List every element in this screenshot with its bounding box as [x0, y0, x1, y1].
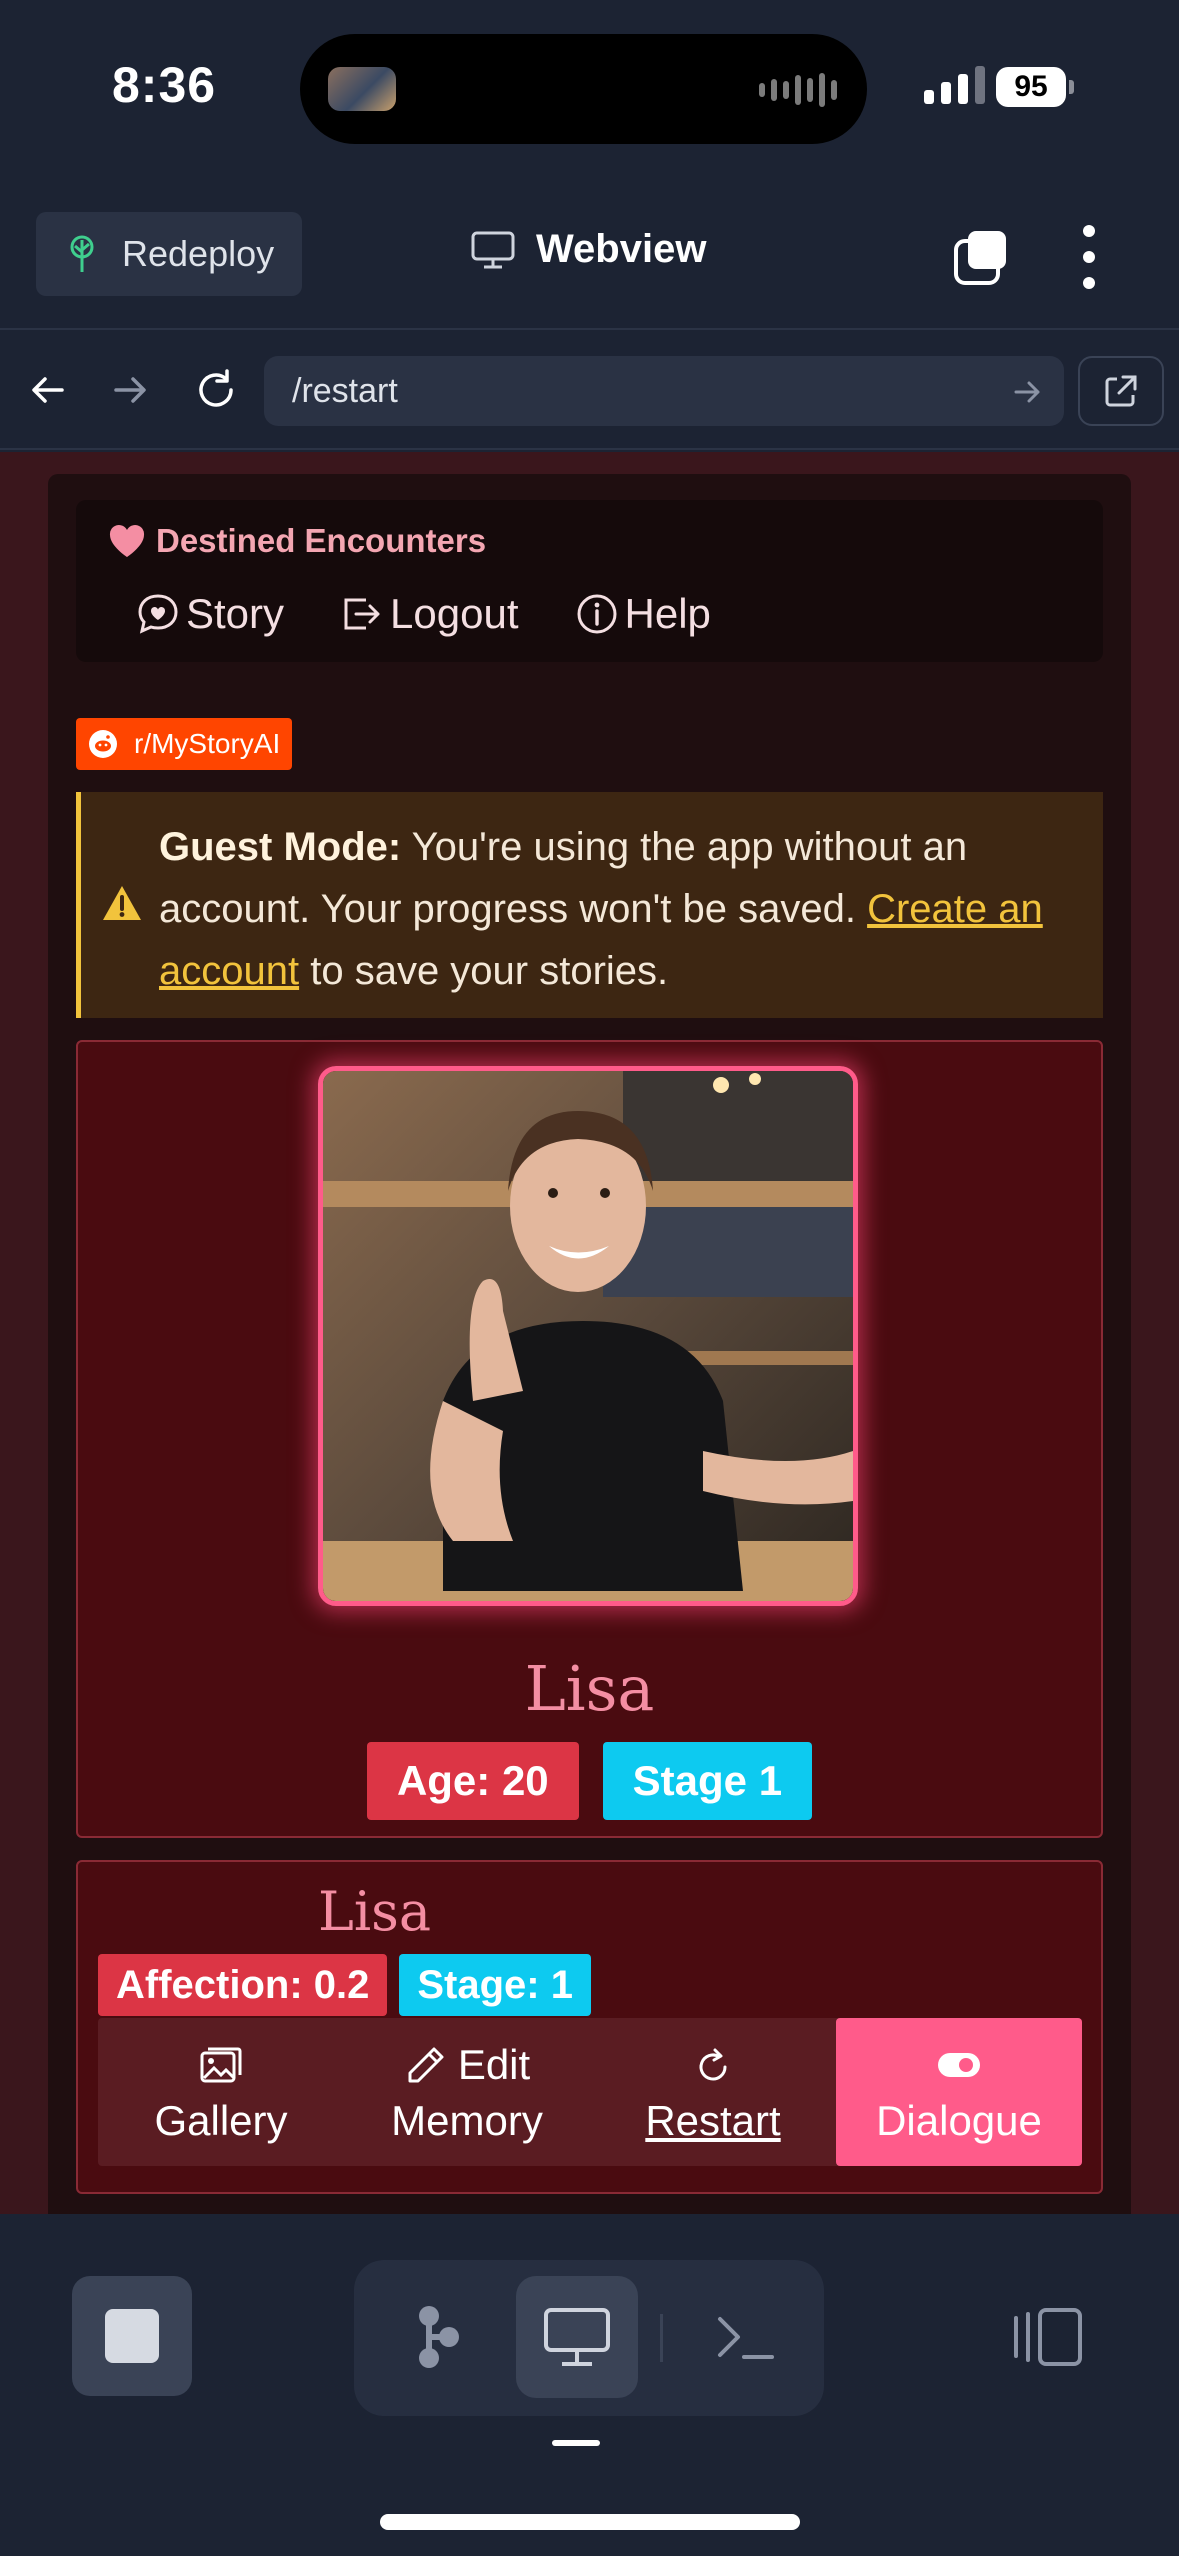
- site-navbar: Destined Encounters Story Logout Help: [76, 500, 1103, 662]
- edit-memory-button[interactable]: Edit Memory: [344, 2018, 590, 2166]
- info-icon: [577, 594, 616, 634]
- reddit-icon: [89, 730, 117, 758]
- reddit-label: r/MyStoryAI: [134, 728, 281, 759]
- nav-help[interactable]: Help: [575, 590, 711, 638]
- gallery-label: Gallery: [154, 2097, 288, 2144]
- webview-title: Webview: [470, 227, 706, 272]
- url-toolbar: /restart: [0, 332, 1179, 450]
- dynamic-island: [300, 34, 867, 144]
- page-container: Destined Encounters Story Logout Help r/…: [48, 474, 1131, 2214]
- guest-mode-text: Guest Mode: You're using the app without…: [159, 816, 1089, 1002]
- nav-logout-label: Logout: [390, 590, 519, 637]
- go-arrow-icon[interactable]: [1010, 374, 1046, 410]
- guest-mode-strong: Guest Mode:: [159, 825, 402, 869]
- workflow-icon[interactable]: [376, 2276, 498, 2398]
- monitor-icon: [471, 231, 515, 268]
- chat-character-name: Lisa: [318, 1880, 432, 1943]
- battery-indicator: 95: [996, 67, 1074, 107]
- terminal-icon[interactable]: [684, 2276, 806, 2398]
- profile-badges: Age: 20 Stage 1: [78, 1742, 1101, 1820]
- status-time: 8:36: [112, 57, 217, 113]
- more-options-icon[interactable]: [1074, 225, 1104, 289]
- webview-label: Webview: [536, 227, 707, 271]
- forward-arrow-icon[interactable]: [100, 360, 160, 420]
- image-icon: [200, 2047, 242, 2083]
- now-playing-thumbnail: [328, 67, 396, 111]
- character-photo[interactable]: [318, 1066, 858, 1606]
- age-badge: Age: 20: [366, 1742, 579, 1820]
- home-indicator[interactable]: [380, 2514, 800, 2530]
- character-portrait-image: [323, 1071, 853, 1601]
- reload-icon[interactable]: [186, 360, 246, 420]
- pencil-icon: [408, 2047, 444, 2083]
- tabs-icon[interactable]: [952, 227, 1012, 287]
- audio-wave-icon: [759, 72, 837, 108]
- restart-button[interactable]: Restart: [590, 2018, 836, 2166]
- deploy-tree-icon: [70, 235, 94, 272]
- guest-mode-alert: Guest Mode: You're using the app without…: [76, 792, 1103, 1018]
- segment-divider: [660, 2314, 663, 2362]
- story-controls-card: Lisa Affection: 0.2 Stage: 1 Gallery Edi…: [76, 1860, 1103, 2194]
- edit-label: Edit: [457, 2041, 531, 2088]
- open-external-button[interactable]: [1078, 356, 1164, 426]
- webview-monitor-icon[interactable]: [516, 2276, 638, 2398]
- dialogue-toggle-button[interactable]: Dialogue: [836, 2018, 1082, 2166]
- toggle-icon: [938, 2053, 980, 2077]
- external-link-icon: [1105, 375, 1137, 407]
- character-name: Lisa: [524, 1652, 655, 1725]
- warning-icon: [103, 886, 141, 920]
- sheet-handle[interactable]: [552, 2440, 600, 2446]
- brand-label: Destined Encounters: [156, 522, 487, 559]
- affection-badge: Affection: 0.2: [98, 1954, 388, 2016]
- gallery-button[interactable]: Gallery: [98, 2018, 344, 2166]
- chat-badges: Affection: 0.2 Stage: 1: [98, 1954, 591, 2016]
- dialogue-label: Dialogue: [876, 2097, 1042, 2144]
- view-switcher: [354, 2260, 824, 2416]
- side-panel-icon[interactable]: [1010, 2306, 1084, 2373]
- guest-mode-message-end: to save your stories.: [299, 949, 669, 993]
- url-text: /restart: [292, 372, 398, 410]
- heart-icon: [109, 525, 145, 557]
- reddit-link-badge[interactable]: r/MyStoryAI: [76, 718, 293, 770]
- status-bar: 8:36 95: [0, 0, 1179, 175]
- stage-badge: Stage 1: [602, 1742, 813, 1820]
- back-arrow-icon[interactable]: [18, 360, 78, 420]
- nav-links: Story Logout Help: [136, 590, 711, 638]
- webview-content: Destined Encounters Story Logout Help r/…: [0, 452, 1179, 2214]
- nav-logout[interactable]: Logout: [340, 590, 519, 638]
- stop-button[interactable]: [72, 2276, 192, 2396]
- bottom-toolbar: [0, 2214, 1179, 2556]
- brand-link[interactable]: Destined Encounters: [108, 522, 486, 560]
- nav-story[interactable]: Story: [136, 590, 284, 638]
- chat-stage-badge: Stage: 1: [399, 1954, 591, 2016]
- nav-story-label: Story: [186, 590, 285, 637]
- nav-help-label: Help: [624, 590, 711, 637]
- stop-icon: [105, 2309, 159, 2363]
- speech-heart-icon: [138, 594, 178, 634]
- app-header: Redeploy Webview: [0, 175, 1179, 330]
- url-input[interactable]: /restart: [264, 356, 1064, 426]
- cellular-signal-icon: [924, 64, 985, 104]
- character-profile-card: Lisa Age: 20 Stage 1: [76, 1040, 1103, 1838]
- restart-label: Restart: [645, 2097, 781, 2144]
- action-bar: Gallery Edit Memory Restart Dialogue: [98, 2018, 1082, 2166]
- redeploy-label: Redeploy: [122, 233, 275, 274]
- restart-icon: [699, 2048, 727, 2081]
- logout-icon: [344, 598, 380, 630]
- memory-label: Memory: [391, 2097, 543, 2144]
- redeploy-button[interactable]: Redeploy: [36, 212, 302, 296]
